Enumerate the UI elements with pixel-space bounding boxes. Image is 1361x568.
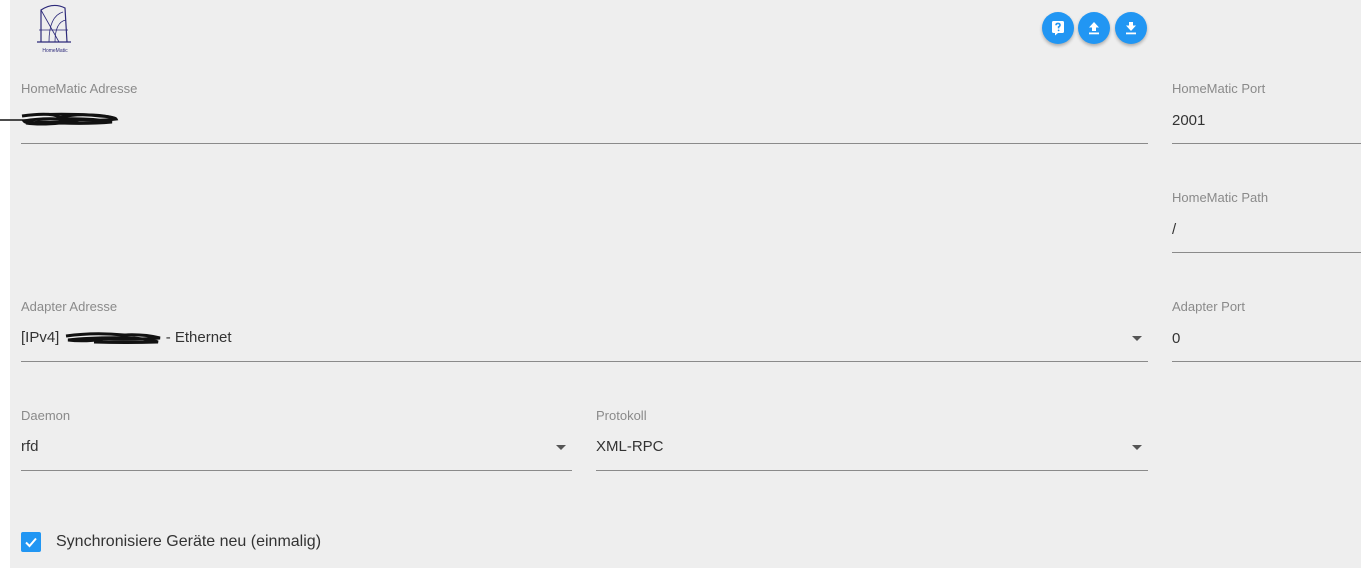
adapter-port-input[interactable]: 0 [1172, 330, 1180, 347]
upload-icon [1089, 22, 1099, 35]
protocol-select[interactable]: Protokoll XML-RPC [596, 408, 1148, 472]
adapter-port-underline [1172, 361, 1361, 362]
adapter-address-select[interactable]: Adapter Adresse [IPv4] - Ethernet [21, 299, 1148, 363]
adapter-address-suffix: - Ethernet [165, 329, 232, 346]
adapter-port-field[interactable]: Adapter Port 0 [1172, 299, 1361, 363]
sync-devices-label[interactable]: Synchronisiere Geräte neu (einmalig) [56, 533, 321, 551]
adapter-address-value: [IPv4] - Ethernet [21, 329, 232, 346]
homematic-port-field[interactable]: HomeMatic Port 2001 [1172, 81, 1361, 145]
homematic-port-input[interactable]: 2001 [1172, 112, 1205, 129]
adapter-address-label: Adapter Adresse [21, 299, 118, 314]
upload-button[interactable] [1078, 12, 1110, 44]
sync-devices-checkbox[interactable] [21, 532, 41, 552]
homematic-path-label: HomeMatic Path [1172, 190, 1269, 205]
help-button[interactable] [1042, 12, 1074, 44]
chevron-down-icon[interactable] [1132, 445, 1142, 450]
protocol-label: Protokoll [596, 408, 647, 423]
download-icon [1126, 22, 1136, 35]
adapter-address-prefix: [IPv4] [21, 329, 60, 346]
homematic-path-field[interactable]: HomeMatic Path / [1172, 190, 1361, 254]
homematic-address-label: HomeMatic Adresse [21, 81, 138, 96]
homematic-port-label: HomeMatic Port [1172, 81, 1266, 96]
download-button[interactable] [1115, 12, 1147, 44]
homematic-logo-icon [37, 4, 71, 43]
logo-brand-text: HomeMatic [42, 48, 68, 54]
adapter-port-label: Adapter Port [1172, 299, 1245, 314]
daemon-value: rfd [21, 438, 39, 455]
daemon-select[interactable]: Daemon rfd [21, 408, 572, 472]
daemon-underline [21, 470, 572, 471]
checkmark-icon [25, 537, 37, 548]
chevron-down-icon[interactable] [556, 445, 566, 450]
settings-page: HomeMatic HomeMatic Adresse HomeMatic Po… [0, 0, 1361, 568]
daemon-label: Daemon [21, 408, 71, 423]
help-icon [1052, 21, 1064, 36]
redacted-scribble-icon [65, 332, 160, 345]
homematic-path-underline [1172, 252, 1361, 253]
homematic-address-value[interactable] [0, 110, 120, 128]
homematic-address-field[interactable]: HomeMatic Adresse [0, 81, 1148, 145]
adapter-address-underline [21, 361, 1148, 362]
chevron-down-icon[interactable] [1132, 336, 1142, 341]
homematic-path-input[interactable]: / [1172, 221, 1176, 238]
sync-devices-option[interactable]: Synchronisiere Geräte neu (einmalig) [21, 531, 321, 553]
homematic-address-underline [21, 143, 1148, 144]
homematic-logo: HomeMatic [35, 2, 81, 54]
redacted-scribble-icon [0, 112, 119, 126]
protocol-value: XML-RPC [596, 438, 664, 455]
homematic-port-underline [1172, 143, 1361, 144]
protocol-underline [596, 470, 1148, 471]
